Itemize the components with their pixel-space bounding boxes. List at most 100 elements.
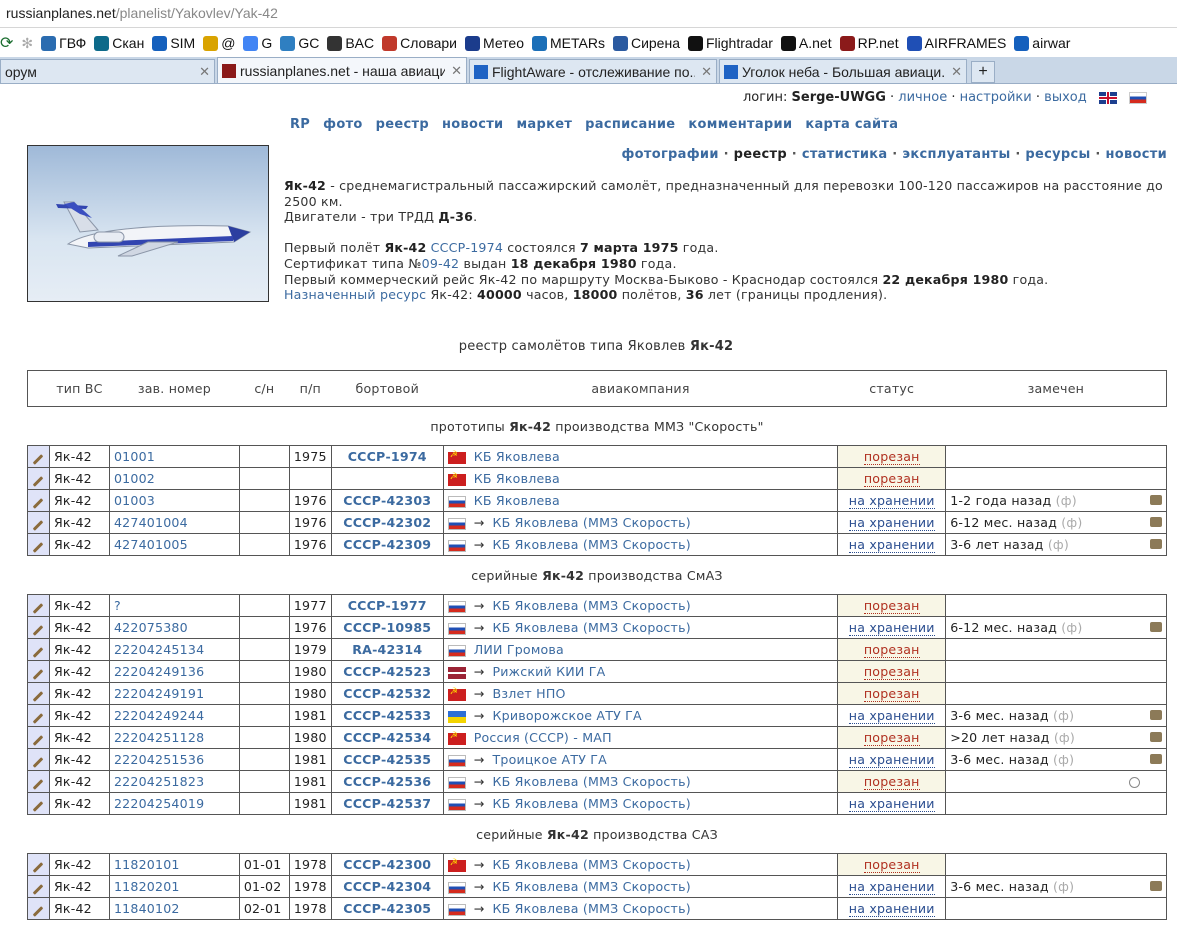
- status-badge[interactable]: на хранении: [848, 752, 935, 768]
- pencil-icon[interactable]: [33, 603, 44, 614]
- registration-link[interactable]: СССР-42533: [343, 708, 431, 723]
- close-tab-icon[interactable]: ✕: [701, 64, 712, 80]
- operator-link[interactable]: Троицкое АТУ ГА: [493, 752, 608, 767]
- certificate-link[interactable]: 09-42: [422, 256, 460, 271]
- tab-3[interactable]: Уголок неба - Большая авиаци... ✕: [719, 59, 967, 83]
- operator-link[interactable]: КБ Яковлева (ММЗ Скорость): [493, 620, 691, 635]
- camera-icon[interactable]: [1150, 881, 1162, 891]
- msn-link[interactable]: 01001: [114, 449, 155, 464]
- edit-cell[interactable]: [27, 638, 50, 661]
- sub-nav-item-2[interactable]: статистика: [802, 147, 888, 162]
- personal-link[interactable]: личное: [898, 90, 947, 105]
- bookmark-5[interactable]: GC: [280, 35, 319, 51]
- status-badge[interactable]: порезан: [863, 642, 920, 658]
- bookmark-1[interactable]: Скан: [94, 35, 144, 51]
- new-tab-button[interactable]: +: [971, 61, 995, 83]
- main-nav-item-4[interactable]: маркет: [516, 117, 572, 132]
- msn-link[interactable]: 11840102: [114, 901, 180, 916]
- bookmark-6[interactable]: BAC: [327, 35, 374, 51]
- status-badge[interactable]: на хранении: [848, 515, 935, 531]
- status-badge[interactable]: на хранении: [848, 708, 935, 724]
- table-row[interactable]: Як-42 22204251823 1981 СССР-42536 → КБ Яковле…: [27, 770, 1167, 793]
- pencil-icon[interactable]: [33, 691, 44, 702]
- status-badge[interactable]: на хранении: [848, 493, 935, 509]
- table-row[interactable]: Як-42 427401004 1976 СССР-42302 → КБ Яковлева…: [27, 511, 1167, 534]
- registration-link[interactable]: СССР-42302: [343, 515, 431, 530]
- edit-cell[interactable]: [27, 853, 50, 876]
- msn-link[interactable]: 427401005: [114, 537, 188, 552]
- registration-link[interactable]: СССР-42535: [343, 752, 431, 767]
- pencil-icon[interactable]: [33, 862, 44, 873]
- operator-link[interactable]: Криворожское АТУ ГА: [493, 708, 642, 723]
- main-nav-item-3[interactable]: новости: [442, 117, 504, 132]
- edit-cell[interactable]: [27, 682, 50, 705]
- registration-link[interactable]: СССР-42304: [343, 879, 431, 894]
- pencil-icon[interactable]: [33, 542, 44, 553]
- registration-link[interactable]: СССР-10985: [343, 620, 431, 635]
- edit-cell[interactable]: [27, 594, 50, 617]
- pencil-icon[interactable]: [33, 735, 44, 746]
- operator-link[interactable]: КБ Яковлева (ММЗ Скорость): [493, 901, 691, 916]
- camera-icon[interactable]: [1150, 732, 1162, 742]
- pencil-icon[interactable]: [33, 647, 44, 658]
- address-bar[interactable]: russianplanes.net/planelist/Yakovlev/Yak…: [0, 0, 1177, 28]
- bookmark-3[interactable]: @: [203, 35, 235, 51]
- pencil-icon[interactable]: [33, 779, 44, 790]
- edit-cell[interactable]: [27, 511, 50, 534]
- operator-link[interactable]: КБ Яковлева: [474, 471, 560, 486]
- table-row[interactable]: Як-42 22204251128 1980 СССР-42534 Россия (СС…: [27, 726, 1167, 749]
- close-tab-icon[interactable]: ✕: [451, 63, 462, 79]
- russian-flag-icon[interactable]: [1129, 91, 1147, 104]
- pencil-icon[interactable]: [33, 520, 44, 531]
- msn-link[interactable]: 22204251823: [114, 774, 204, 789]
- registration-link[interactable]: СССР-42536: [343, 774, 431, 789]
- status-badge[interactable]: на хранении: [848, 537, 935, 553]
- photo-marker[interactable]: (ф): [1048, 537, 1069, 552]
- sub-nav-item-3[interactable]: эксплуатанты: [902, 147, 1010, 162]
- main-nav-item-6[interactable]: комментарии: [688, 117, 792, 132]
- edit-cell[interactable]: [27, 445, 50, 468]
- table-row[interactable]: Як-42 11840102 02-01 1978 СССР-42305 → КБ Яков…: [27, 897, 1167, 920]
- msn-link[interactable]: 22204251536: [114, 752, 204, 767]
- operator-link[interactable]: КБ Яковлева (ММЗ Скорость): [493, 857, 691, 872]
- pencil-icon[interactable]: [33, 801, 44, 812]
- registration-link[interactable]: СССР-42309: [343, 537, 431, 552]
- registration-link[interactable]: RA-42314: [352, 642, 422, 657]
- bookmark-8[interactable]: Метео: [465, 35, 524, 51]
- registration-link[interactable]: СССР-42300: [343, 857, 431, 872]
- status-badge[interactable]: порезан: [863, 857, 920, 873]
- operator-link[interactable]: КБ Яковлева (ММЗ Скорость): [493, 879, 691, 894]
- operator-link[interactable]: КБ Яковлева (ММЗ Скорость): [493, 774, 691, 789]
- first-flight-reg-link[interactable]: СССР-1974: [431, 240, 503, 255]
- msn-link[interactable]: 22204249191: [114, 686, 204, 701]
- bookmark-7[interactable]: Словари: [382, 35, 457, 51]
- status-badge[interactable]: порезан: [863, 730, 920, 746]
- pencil-icon[interactable]: [33, 625, 44, 636]
- table-row[interactable]: Як-42 11820101 01-011978 СССР-42300 → КБ Яков…: [27, 853, 1167, 876]
- msn-link[interactable]: 22204251128: [114, 730, 204, 745]
- sub-nav-item-0[interactable]: фотографии: [621, 147, 718, 162]
- registration-link[interactable]: СССР-42537: [343, 796, 431, 811]
- bookmark-2[interactable]: SIM: [152, 35, 195, 51]
- camera-icon[interactable]: [1150, 622, 1162, 632]
- msn-link[interactable]: ?: [114, 598, 121, 613]
- edit-cell[interactable]: [27, 533, 50, 556]
- msn-link[interactable]: 01003: [114, 493, 155, 508]
- sub-nav-item-1[interactable]: реестр: [734, 147, 787, 162]
- operator-link[interactable]: Рижский КИИ ГА: [493, 664, 606, 679]
- aircraft-photo[interactable]: [27, 145, 269, 302]
- pencil-icon[interactable]: [33, 713, 44, 724]
- edit-cell[interactable]: [27, 748, 50, 771]
- close-tab-icon[interactable]: ✕: [199, 64, 210, 80]
- operator-link[interactable]: КБ Яковлева (ММЗ Скорость): [493, 515, 691, 530]
- photo-marker[interactable]: (ф): [1054, 730, 1075, 745]
- table-row[interactable]: Як-42 22204245134 1979 RA-42314 ЛИИ Громова п…: [27, 638, 1167, 661]
- camera-icon[interactable]: [1150, 517, 1162, 527]
- sub-nav-item-5[interactable]: новости: [1105, 147, 1167, 162]
- pencil-icon[interactable]: [33, 884, 44, 895]
- table-row[interactable]: Як-42 422075380 1976 СССР-10985 → КБ Яковлева…: [27, 616, 1167, 639]
- operator-link[interactable]: КБ Яковлева: [474, 493, 560, 508]
- operator-link[interactable]: ЛИИ Громова: [474, 642, 564, 657]
- logout-link[interactable]: выход: [1044, 90, 1087, 105]
- edit-cell[interactable]: [27, 792, 50, 815]
